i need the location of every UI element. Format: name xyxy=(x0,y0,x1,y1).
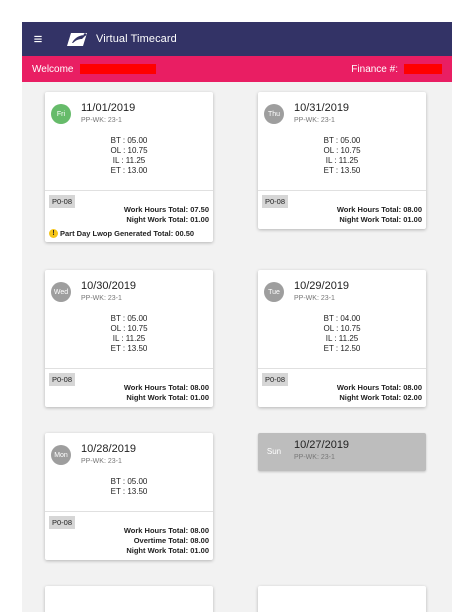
clock-ring: IL : 11.25 xyxy=(112,334,146,343)
overtime-total: Overtime Total: 08.00 xyxy=(133,536,209,545)
card-date: 10/29/2019 xyxy=(294,280,350,292)
card-date: 10/28/2019 xyxy=(81,443,137,455)
redacted-name xyxy=(79,64,156,74)
operation-code: P0-08 xyxy=(262,373,289,386)
card-footer: P0-08 Work Hours Total: 08.00 Night Work… xyxy=(258,368,426,407)
day-card-mon[interactable]: Mon 10/28/2019 PP-WK: 23-1 BT : 05.00 ET… xyxy=(45,433,213,560)
clock-rings: BT : 05.00 OL : 10.75 IL : 11.25 ET : 13… xyxy=(45,136,213,176)
night-work-total: Night Work Total: 01.00 xyxy=(126,215,209,224)
app-root: ≡ Virtual Timecard Welcome Finance #: Fr… xyxy=(0,0,474,612)
card-footer: P0-08 Work Hours Total: 07.50 Night Work… xyxy=(45,190,213,242)
day-badge: Sun xyxy=(264,441,284,461)
night-work-total: Night Work Total: 01.00 xyxy=(339,215,422,224)
day-badge: Tue xyxy=(264,282,284,302)
day-card-sun[interactable]: Sun 10/27/2019 PP-WK: 23-1 xyxy=(258,433,426,471)
clock-ring: BT : 05.00 xyxy=(110,314,148,323)
card-footer: P0-08 Work Hours Total: 08.00 Night Work… xyxy=(45,368,213,407)
card-date: 11/01/2019 xyxy=(81,102,136,114)
night-work-total: Night Work Total: 02.00 xyxy=(339,393,422,402)
usps-eagle-logo-icon xyxy=(64,28,90,50)
day-card-thu[interactable]: Thu 10/31/2019 PP-WK: 23-1 BT : 05.00 OL… xyxy=(258,92,426,229)
day-card-next-left[interactable] xyxy=(45,586,213,612)
card-footer: P0-08 Work Hours Total: 08.00 Overtime T… xyxy=(45,511,213,560)
clock-rings: BT : 05.00 OL : 10.75 IL : 11.25 ET : 13… xyxy=(45,314,213,354)
day-card-next-right[interactable] xyxy=(258,586,426,612)
clock-ring: BT : 05.00 xyxy=(323,136,361,145)
clock-ring: OL : 10.75 xyxy=(323,324,361,333)
clock-ring: IL : 11.25 xyxy=(325,334,359,343)
welcome-label: Welcome xyxy=(32,63,74,75)
clock-ring: ET : 13.50 xyxy=(110,344,148,353)
day-badge: Fri xyxy=(51,104,71,124)
top-app-bar: ≡ Virtual Timecard xyxy=(22,22,452,56)
pay-period-week: PP-WK: 23-1 xyxy=(81,295,122,302)
operation-code: P0-08 xyxy=(49,195,76,208)
clock-ring: OL : 10.75 xyxy=(110,146,148,155)
timecard-grid: Fri 11/01/2019 PP-WK: 23-1 BT : 05.00 OL… xyxy=(22,82,452,612)
clock-ring: IL : 11.25 xyxy=(325,156,359,165)
app-title: Virtual Timecard xyxy=(96,33,177,45)
card-date: 10/31/2019 xyxy=(294,102,350,114)
warning-row: ! Part Day Lwop Generated Total: 00.50 xyxy=(49,229,209,238)
day-card-tue[interactable]: Tue 10/29/2019 PP-WK: 23-1 BT : 04.00 OL… xyxy=(258,270,426,407)
card-footer: P0-08 Work Hours Total: 08.00 Night Work… xyxy=(258,190,426,229)
operation-code: P0-08 xyxy=(49,516,76,529)
card-date: 10/27/2019 xyxy=(294,439,350,451)
operation-code: P0-08 xyxy=(262,195,289,208)
redacted-finance-number xyxy=(404,64,442,74)
menu-icon[interactable]: ≡ xyxy=(22,22,54,56)
pay-period-week: PP-WK: 23-1 xyxy=(294,454,335,461)
welcome-bar: Welcome Finance #: xyxy=(22,56,452,82)
night-work-total: Night Work Total: 01.00 xyxy=(126,546,209,555)
clock-ring: IL : 11.25 xyxy=(112,156,146,165)
day-card-wed[interactable]: Wed 10/30/2019 PP-WK: 23-1 BT : 05.00 OL… xyxy=(45,270,213,407)
pay-period-week: PP-WK: 23-1 xyxy=(294,295,335,302)
clock-ring: BT : 04.00 xyxy=(323,314,361,323)
clock-ring: ET : 12.50 xyxy=(323,344,361,353)
clock-rings: BT : 04.00 OL : 10.75 IL : 11.25 ET : 12… xyxy=(258,314,426,354)
clock-ring: ET : 13.00 xyxy=(110,166,148,175)
clock-ring: OL : 10.75 xyxy=(110,324,148,333)
clock-ring: ET : 13.50 xyxy=(110,487,148,496)
clock-ring: BT : 05.00 xyxy=(110,136,148,145)
clock-ring: BT : 05.00 xyxy=(110,477,148,486)
finance-number-label: Finance #: xyxy=(351,63,398,75)
day-badge: Wed xyxy=(51,282,71,302)
clock-ring: ET : 13.50 xyxy=(323,166,361,175)
pay-period-week: PP-WK: 23-1 xyxy=(81,458,122,465)
day-card-fri[interactable]: Fri 11/01/2019 PP-WK: 23-1 BT : 05.00 OL… xyxy=(45,92,213,242)
lwop-total: Part Day Lwop Generated Total: 00.50 xyxy=(60,229,195,238)
day-badge: Thu xyxy=(264,104,284,124)
pay-period-week: PP-WK: 23-1 xyxy=(294,117,335,124)
card-date: 10/30/2019 xyxy=(81,280,137,292)
pay-period-week: PP-WK: 23-1 xyxy=(81,117,122,124)
clock-ring: OL : 10.75 xyxy=(323,146,361,155)
day-badge: Mon xyxy=(51,445,71,465)
clock-rings: BT : 05.00 OL : 10.75 IL : 11.25 ET : 13… xyxy=(258,136,426,176)
night-work-total: Night Work Total: 01.00 xyxy=(126,393,209,402)
warning-icon: ! xyxy=(49,229,58,238)
clock-rings: BT : 05.00 ET : 13.50 xyxy=(45,477,213,497)
operation-code: P0-08 xyxy=(49,373,76,386)
